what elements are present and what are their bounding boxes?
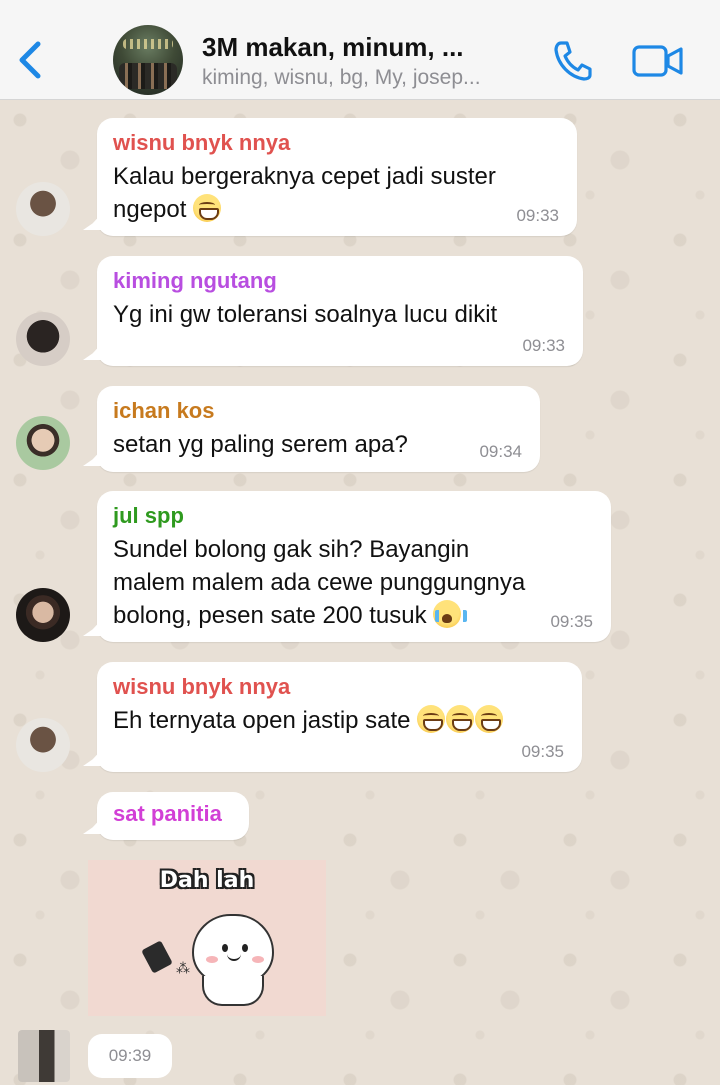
group-avatar[interactable] (113, 25, 183, 95)
message-time: 09:35 (550, 612, 593, 631)
sparkle-icon: ⁂ (176, 960, 190, 976)
sender-name[interactable]: ichan kos (113, 398, 524, 424)
avatar[interactable] (16, 182, 70, 236)
video-call-icon[interactable] (632, 44, 684, 78)
sender-label-bubble[interactable]: sat panitia (97, 792, 249, 840)
grinning-face-emoji-icon (417, 705, 446, 733)
message-bubble[interactable]: wisnu bnyk nnya Kalau bergeraknya cepet … (97, 118, 577, 236)
chat-header: 3M makan, minum, ... kiming, wisnu, bg, … (0, 0, 720, 100)
sticker-character-body (202, 976, 264, 1006)
message-bubble[interactable]: jul spp Sundel bolong gak sih? Bayangin … (97, 491, 611, 642)
avatar[interactable] (18, 1030, 70, 1082)
avatar[interactable] (16, 312, 70, 366)
message-bubble[interactable]: kiming ngutang Yg ini gw toleransi soaln… (97, 256, 583, 366)
sender-name[interactable]: wisnu bnyk nnya (113, 674, 566, 700)
grinning-face-emoji-icon (475, 705, 504, 733)
message-time: 09:35 (521, 742, 564, 761)
sender-name[interactable]: wisnu bnyk nnya (113, 130, 561, 156)
sender-name[interactable]: kiming ngutang (113, 268, 567, 294)
message-text: Sundel bolong gak sih? Bayangin malem ma… (113, 536, 526, 629)
sticker-caption: Dah lah (159, 868, 255, 893)
message-bubble[interactable]: wisnu bnyk nnya Eh ternyata open jastip … (97, 662, 582, 772)
sender-name[interactable]: jul spp (113, 503, 595, 529)
message-text: Kalau bergeraknya cepet jadi suster ngep… (113, 163, 496, 223)
message-text: setan yg paling serem apa? (113, 431, 408, 458)
group-members[interactable]: kiming, wisnu, bg, My, josep... (202, 66, 481, 90)
message-time: 09:34 (479, 442, 522, 461)
avatar[interactable] (16, 588, 70, 642)
message-time: 09:39 (88, 1034, 172, 1078)
avatar[interactable] (16, 718, 70, 772)
back-chevron-icon[interactable] (14, 38, 46, 82)
message-time: 09:33 (516, 206, 559, 225)
message-bubble[interactable]: ichan kos setan yg paling serem apa? 09:… (97, 386, 540, 472)
crying-face-emoji-icon (433, 600, 468, 628)
sender-name[interactable]: sat panitia (113, 801, 233, 827)
group-title[interactable]: 3M makan, minum, ... (202, 32, 464, 63)
grinning-face-emoji-icon (446, 705, 475, 733)
message-text: Yg ini gw toleransi soalnya lucu dikit (113, 301, 498, 328)
sticker-image[interactable]: Dah lah ⁂ (88, 860, 326, 1016)
avatar[interactable] (16, 416, 70, 470)
phone-icon (141, 940, 173, 974)
message-text: Eh ternyata open jastip sate (113, 704, 566, 737)
phone-call-icon[interactable] (552, 38, 592, 82)
sticker-character (192, 914, 274, 984)
message-time: 09:33 (522, 336, 565, 355)
grinning-face-emoji-icon (193, 194, 222, 222)
